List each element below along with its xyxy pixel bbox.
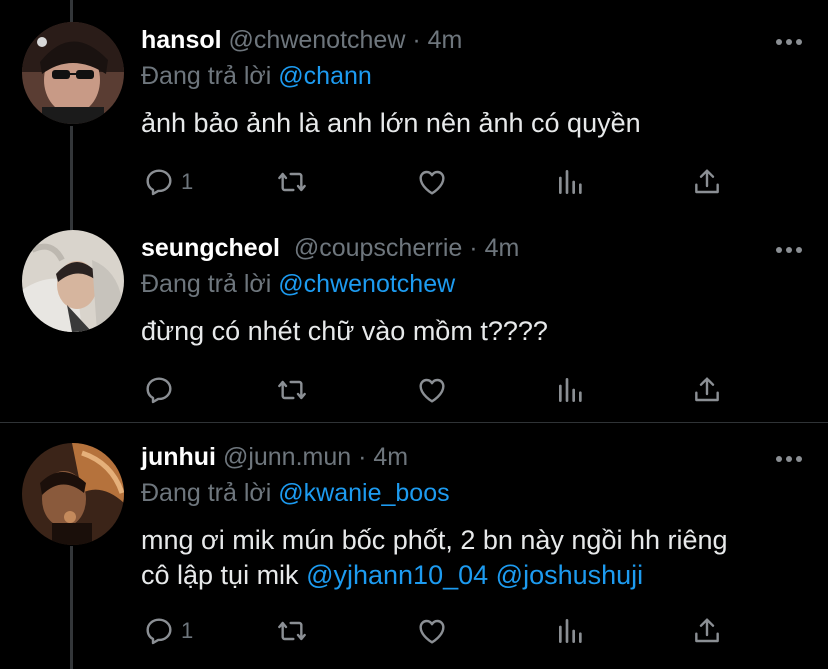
like-icon: [419, 170, 445, 195]
display-name[interactable]: junhui: [141, 443, 216, 471]
separator-dot: ·: [358, 443, 367, 471]
user-handle[interactable]: @junn.mun: [223, 443, 351, 471]
analytics-icon: [559, 619, 582, 643]
replying-to-mention[interactable]: @kwanie_boos: [278, 479, 449, 507]
tweet-text-line-2-prefix: cô lập tụi mik: [141, 560, 299, 590]
analytics-button[interactable]: [555, 165, 587, 199]
reply-icon: [146, 377, 172, 404]
reply-count: 1: [181, 169, 194, 194]
retweet-button[interactable]: [276, 165, 308, 199]
tweet-text: đừng có nhét chữ vào mồm t????: [141, 316, 548, 346]
mention-link[interactable]: @yjhann10_04: [306, 560, 488, 590]
retweet-button[interactable]: [276, 373, 308, 407]
tweet-header: junhui @junn.mun · 4m: [141, 443, 408, 472]
analytics-button[interactable]: [555, 614, 587, 648]
tweet-text-line-1: mng ơi mik mún bốc phốt, 2 bn này ngồi h…: [141, 525, 728, 555]
analytics-icon: [559, 170, 582, 194]
share-button[interactable]: [691, 373, 723, 407]
reply-icon: [146, 618, 172, 645]
more-icon[interactable]: [776, 247, 802, 255]
tweet-hansol[interactable]: hansol @chwenotchew · 4m Đang trả lời @c…: [0, 0, 828, 230]
timestamp[interactable]: 4m: [373, 443, 408, 471]
tweet-text-line-2: cô lập tụi mik @yjhann10_04 @joshushuji: [141, 558, 801, 593]
tweet-actions: [0, 373, 828, 407]
share-icon: [695, 377, 719, 402]
avatar[interactable]: [22, 22, 124, 124]
retweet-icon: [278, 380, 306, 400]
like-button[interactable]: [416, 373, 448, 407]
more-icon[interactable]: [776, 456, 802, 464]
retweet-button[interactable]: [276, 614, 308, 648]
like-button[interactable]: [416, 614, 448, 648]
reply-count: 1: [181, 618, 194, 643]
user-handle[interactable]: @chwenotchew: [229, 26, 406, 54]
replying-to: Đang trả lời @kwanie_boos: [141, 479, 450, 508]
tweet-header: hansol @chwenotchew · 4m: [141, 26, 462, 55]
like-button[interactable]: [416, 165, 448, 199]
avatar[interactable]: [22, 230, 124, 332]
mention-link[interactable]: @joshushuji: [496, 560, 644, 590]
avatar[interactable]: [22, 443, 124, 545]
replying-to: Đang trả lời @chwenotchew: [141, 270, 455, 299]
timestamp[interactable]: 4m: [428, 26, 463, 54]
analytics-icon: [559, 378, 582, 402]
replying-to: Đang trả lời @chann: [141, 62, 372, 91]
display-name[interactable]: hansol: [141, 26, 222, 54]
analytics-button[interactable]: [555, 373, 587, 407]
share-button[interactable]: [691, 165, 723, 199]
retweet-icon: [278, 621, 306, 641]
more-icon[interactable]: [776, 39, 802, 47]
reply-button[interactable]: 1: [143, 165, 193, 199]
share-button[interactable]: [691, 614, 723, 648]
retweet-icon: [278, 172, 306, 192]
tweet-seungcheol[interactable]: seungcheol @coupscherrie · 4m Đang trả l…: [0, 230, 828, 422]
replying-to-mention[interactable]: @chann: [278, 62, 372, 90]
like-icon: [419, 378, 445, 403]
separator-dot: ·: [412, 26, 421, 54]
tweet-actions: 1: [0, 614, 828, 648]
tweet-junhui[interactable]: junhui @junn.mun · 4m Đang trả lời @kwan…: [0, 423, 828, 669]
tweet-text: ảnh bảo ảnh là anh lớn nên ảnh có quyền: [141, 108, 641, 138]
tweet-text: mng ơi mik mún bốc phốt, 2 bn này ngồi h…: [141, 523, 801, 593]
replying-to-label: Đang trả lời: [141, 479, 272, 507]
replying-to-label: Đang trả lời: [141, 62, 272, 90]
share-icon: [695, 169, 719, 194]
display-name[interactable]: seungcheol: [141, 234, 280, 262]
timestamp[interactable]: 4m: [485, 234, 520, 262]
reply-button[interactable]: 1: [143, 614, 193, 648]
share-icon: [695, 618, 719, 643]
replying-to-mention[interactable]: @chwenotchew: [278, 270, 455, 298]
separator-dot: ·: [469, 234, 478, 262]
like-icon: [419, 619, 445, 644]
replying-to-label: Đang trả lời: [141, 270, 272, 298]
tweet-header: seungcheol @coupscherrie · 4m: [141, 234, 519, 263]
reply-icon: [146, 169, 172, 196]
reply-button[interactable]: [143, 373, 181, 407]
tweet-actions: 1: [0, 165, 828, 199]
user-handle[interactable]: @coupscherrie: [294, 234, 463, 262]
